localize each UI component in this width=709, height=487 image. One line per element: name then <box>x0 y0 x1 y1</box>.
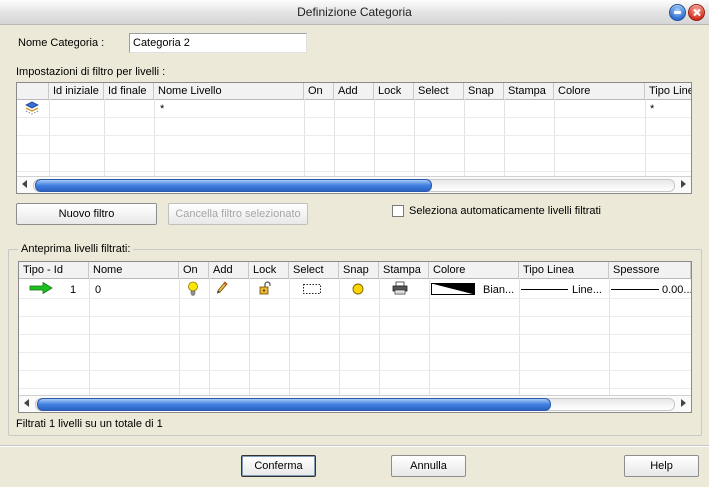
preview-row-line-type: Line... <box>572 284 602 296</box>
preview-grid[interactable]: Tipo - Id Nome On Add Lock Select Snap S… <box>18 261 692 413</box>
confirm-button[interactable]: Conferma <box>241 455 316 477</box>
unlocked-padlock-icon[interactable] <box>259 281 272 298</box>
preview-header-color[interactable]: Colore <box>429 262 519 278</box>
preview-label: Anteprima livelli filtrati: <box>18 243 134 255</box>
auto-select-label: Seleziona automaticamente livelli filtra… <box>409 205 601 217</box>
snap-dot-icon[interactable] <box>352 283 364 298</box>
scroll-thumb[interactable] <box>35 179 432 192</box>
preview-row-id: 1 <box>70 284 77 296</box>
auto-select-checkbox[interactable] <box>392 205 404 217</box>
filter-header-lock[interactable]: Lock <box>374 83 414 99</box>
line-type-sample <box>521 289 568 290</box>
filter-header-id-end[interactable]: Id finale <box>104 83 154 99</box>
printer-icon[interactable] <box>392 281 408 298</box>
filter-row-line-type: * <box>650 103 655 115</box>
preview-row-thickness: 0.00... <box>662 284 692 296</box>
selection-rectangle-icon[interactable] <box>303 284 321 297</box>
preview-row-color: Bian... <box>483 284 515 296</box>
pencil-icon[interactable] <box>216 281 228 298</box>
filter-header-blank <box>17 83 49 99</box>
filter-header-add[interactable]: Add <box>334 83 374 99</box>
filter-grid-header: Id iniziale Id finale Nome Livello On Ad… <box>17 83 691 100</box>
cancel-button[interactable]: Annulla <box>391 455 466 477</box>
title-bar: Definizione Categoria <box>0 0 709 25</box>
scroll-right-arrow-icon[interactable] <box>681 180 686 188</box>
filter-row-layer-name: * <box>160 103 165 115</box>
filter-header-id-start[interactable]: Id iniziale <box>49 83 104 99</box>
close-button[interactable] <box>688 4 705 21</box>
preview-header-add[interactable]: Add <box>209 262 249 278</box>
filter-header-snap[interactable]: Snap <box>464 83 504 99</box>
preview-header-snap[interactable]: Snap <box>339 262 379 278</box>
preview-grid-header: Tipo - Id Nome On Add Lock Select Snap S… <box>19 262 691 279</box>
green-arrow-icon <box>29 281 53 297</box>
preview-header-name[interactable]: Nome <box>89 262 179 278</box>
name-field-label: Nome Categoria : <box>18 37 105 49</box>
filter-header-on[interactable]: On <box>304 83 334 99</box>
new-filter-button[interactable]: Nuovo filtro <box>16 203 157 225</box>
preview-header-print[interactable]: Stampa <box>379 262 429 278</box>
lightbulb-icon[interactable] <box>187 281 199 299</box>
filter-header-color[interactable]: Colore <box>554 83 645 99</box>
preview-grid-hscrollbar[interactable] <box>19 395 691 412</box>
filter-header-print[interactable]: Stampa <box>504 83 554 99</box>
minimize-button[interactable] <box>669 4 686 21</box>
preview-header-thickness[interactable]: Spessore <box>609 262 691 278</box>
preview-row-name: 0 <box>95 284 102 296</box>
filter-grid-hscrollbar[interactable] <box>17 176 691 193</box>
filter-header-layer-name[interactable]: Nome Livello <box>154 83 304 99</box>
thickness-sample <box>611 289 659 290</box>
filter-header-select[interactable]: Select <box>414 83 464 99</box>
scroll-left-arrow-icon[interactable] <box>22 180 27 188</box>
filter-grid[interactable]: Id iniziale Id finale Nome Livello On Ad… <box>16 82 692 194</box>
status-text: Filtrati 1 livelli su un totale di 1 <box>16 418 163 430</box>
help-button[interactable]: Help <box>624 455 699 477</box>
scroll-right-arrow-icon[interactable] <box>681 399 686 407</box>
scroll-left-arrow-icon[interactable] <box>24 399 29 407</box>
layer-stack-icon <box>23 101 41 120</box>
preview-header-line-type[interactable]: Tipo Linea <box>519 262 609 278</box>
delete-filter-button[interactable]: Cancella filtro selezionato <box>168 203 308 225</box>
window-title: Definizione Categoria <box>297 5 412 19</box>
preview-header-type-id[interactable]: Tipo - Id <box>19 262 89 278</box>
filter-section-label: Impostazioni di filtro per livelli : <box>16 66 166 78</box>
filter-header-line-type[interactable]: Tipo Linea <box>645 83 691 99</box>
preview-header-lock[interactable]: Lock <box>249 262 289 278</box>
preview-header-select[interactable]: Select <box>289 262 339 278</box>
bottom-separator-highlight <box>0 446 709 447</box>
color-swatch[interactable] <box>431 283 475 298</box>
preview-header-on[interactable]: On <box>179 262 209 278</box>
scroll-thumb[interactable] <box>37 398 551 411</box>
category-name-input[interactable] <box>129 33 307 53</box>
